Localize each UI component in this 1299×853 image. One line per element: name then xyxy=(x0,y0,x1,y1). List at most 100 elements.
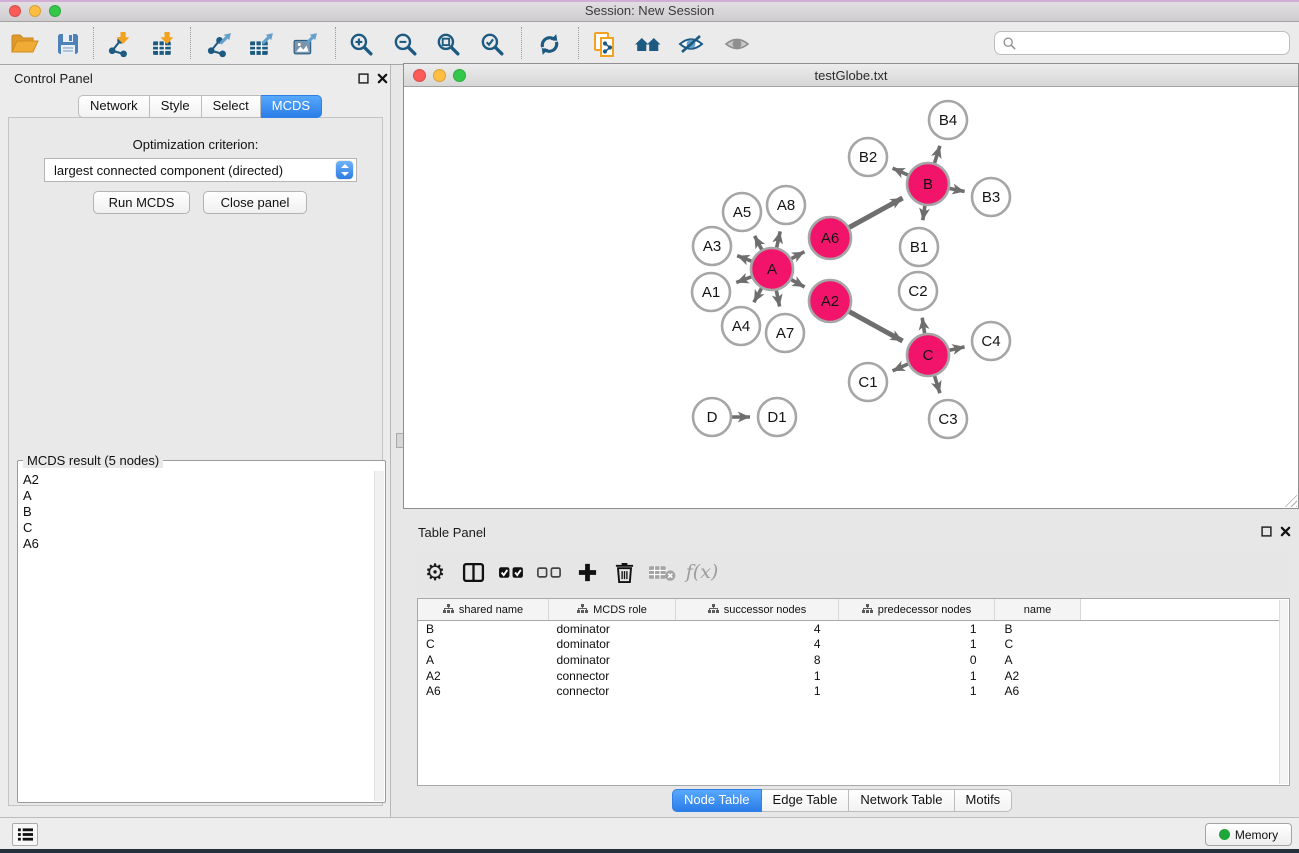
table-cell[interactable]: B xyxy=(995,621,1081,637)
table-cell[interactable]: 1 xyxy=(676,683,839,699)
tab-motifs[interactable]: Motifs xyxy=(955,789,1013,812)
table-cell[interactable]: dominator xyxy=(549,621,676,637)
table-settings-gear-icon[interactable]: ⚙ xyxy=(417,554,453,590)
run-mcds-button[interactable]: Run MCDS xyxy=(93,191,190,214)
table-cell[interactable]: 1 xyxy=(839,637,995,653)
graph-node-B[interactable]: B xyxy=(907,163,949,205)
tab-select[interactable]: Select xyxy=(202,95,261,118)
tab-mcds[interactable]: MCDS xyxy=(261,95,322,118)
add-row-icon[interactable] xyxy=(569,554,605,590)
table-cell[interactable]: 4 xyxy=(676,621,839,637)
mcds-result-item[interactable]: A xyxy=(23,488,371,504)
select-all-rows-icon[interactable] xyxy=(493,554,529,590)
column-header-predecessor-nodes[interactable]: predecessor nodes xyxy=(839,599,995,621)
graph-node-A[interactable]: A xyxy=(751,248,793,290)
graph-node-A8[interactable]: A8 xyxy=(767,186,805,224)
graph-node-D[interactable]: D xyxy=(693,398,731,436)
close-table-panel-icon[interactable] xyxy=(1278,525,1292,538)
table-cell[interactable]: C xyxy=(995,637,1081,653)
deselect-all-rows-icon[interactable] xyxy=(531,554,567,590)
table-cell[interactable]: 8 xyxy=(676,652,839,668)
table-cell[interactable]: connector xyxy=(549,683,676,699)
copy-network-icon[interactable] xyxy=(586,25,624,63)
import-network-icon[interactable] xyxy=(101,25,139,63)
search-input[interactable] xyxy=(1021,33,1289,53)
memory-button[interactable]: Memory xyxy=(1205,823,1292,846)
table-scrollbar[interactable] xyxy=(1279,600,1288,784)
float-table-panel-icon[interactable] xyxy=(1259,525,1273,538)
graph-node-A1[interactable]: A1 xyxy=(692,273,730,311)
graph-node-C1[interactable]: C1 xyxy=(849,363,887,401)
save-session-icon[interactable] xyxy=(49,25,87,63)
table-cell[interactable]: dominator xyxy=(549,637,676,653)
tab-network[interactable]: Network xyxy=(78,95,150,118)
table-row[interactable]: A6connector11A6 xyxy=(418,683,1280,699)
table-row[interactable]: Bdominator41B xyxy=(418,621,1280,637)
zoom-fit-icon[interactable] xyxy=(429,25,467,63)
column-header-MCDS-role[interactable]: MCDS role xyxy=(549,599,676,621)
graph-node-B4[interactable]: B4 xyxy=(929,101,967,139)
graph-node-C[interactable]: C xyxy=(907,334,949,376)
table-cell[interactable]: dominator xyxy=(549,652,676,668)
graph-node-A4[interactable]: A4 xyxy=(722,307,760,345)
table-cell[interactable]: B xyxy=(418,621,549,637)
export-image-icon[interactable] xyxy=(286,25,324,63)
graph-node-C2[interactable]: C2 xyxy=(899,272,937,310)
criterion-select[interactable]: largest connected component (directed) xyxy=(44,158,357,182)
table-cell[interactable]: 1 xyxy=(839,683,995,699)
graph-node-B1[interactable]: B1 xyxy=(900,228,938,266)
table-cell[interactable]: A xyxy=(995,652,1081,668)
mcds-result-item[interactable]: A2 xyxy=(23,472,371,488)
table-cell[interactable]: A6 xyxy=(995,683,1081,699)
table-row[interactable]: Cdominator41C xyxy=(418,637,1280,653)
search-box[interactable] xyxy=(994,31,1290,55)
table-cell[interactable]: A xyxy=(418,652,549,668)
table-cell[interactable]: A2 xyxy=(995,668,1081,684)
table-cell[interactable]: 1 xyxy=(839,621,995,637)
home-icon[interactable] xyxy=(629,25,667,63)
tab-network-table[interactable]: Network Table xyxy=(849,789,954,812)
table-cell[interactable]: C xyxy=(418,637,549,653)
graph-node-B2[interactable]: B2 xyxy=(849,138,887,176)
graph-node-A2[interactable]: A2 xyxy=(809,280,851,322)
table-cell[interactable]: 1 xyxy=(676,668,839,684)
column-header-successor-nodes[interactable]: successor nodes xyxy=(676,599,839,621)
graph-node-D1[interactable]: D1 xyxy=(758,398,796,436)
table-cell[interactable]: 4 xyxy=(676,637,839,653)
tab-edge-table[interactable]: Edge Table xyxy=(762,789,850,812)
column-header-shared-name[interactable]: shared name xyxy=(418,599,549,621)
result-scrollbar[interactable] xyxy=(374,471,384,801)
close-panel-button[interactable]: Close panel xyxy=(203,191,307,214)
table-cell[interactable]: A6 xyxy=(418,683,549,699)
delete-rows-icon[interactable] xyxy=(606,554,642,590)
graph-node-B3[interactable]: B3 xyxy=(972,178,1010,216)
graph-node-C4[interactable]: C4 xyxy=(972,322,1010,360)
hide-visibility-icon[interactable] xyxy=(672,25,710,63)
graph-node-A7[interactable]: A7 xyxy=(766,314,804,352)
graph-node-A6[interactable]: A6 xyxy=(809,217,851,259)
zoom-out-icon[interactable] xyxy=(386,25,424,63)
table-cell[interactable]: A2 xyxy=(418,668,549,684)
task-history-button[interactable] xyxy=(12,823,38,846)
mcds-result-item[interactable]: B xyxy=(23,504,371,520)
tab-style[interactable]: Style xyxy=(150,95,202,118)
column-header-name[interactable]: name xyxy=(995,599,1081,621)
network-canvas[interactable]: A A1 A3A5A8 A4A7 A6 A2 B B1 B2 B3 B4 C C1 C2 C3 C4 D D1 xyxy=(404,87,1298,508)
refresh-layout-icon[interactable] xyxy=(530,25,568,63)
table-cell[interactable]: 0 xyxy=(839,652,995,668)
network-window-titlebar[interactable]: testGlobe.txt xyxy=(404,64,1298,87)
open-file-icon[interactable] xyxy=(6,25,44,63)
graph-node-A3[interactable]: A3 xyxy=(693,227,731,265)
tab-node-table[interactable]: Node Table xyxy=(672,789,762,812)
table-row[interactable]: A2connector11A2 xyxy=(418,668,1280,684)
export-table-icon[interactable] xyxy=(242,25,280,63)
mcds-result-item[interactable]: C xyxy=(23,520,371,536)
import-table-icon[interactable] xyxy=(145,25,183,63)
graph-node-A5[interactable]: A5 xyxy=(723,193,761,231)
float-panel-icon[interactable] xyxy=(356,72,370,85)
show-visibility-icon[interactable] xyxy=(718,25,756,63)
zoom-in-icon[interactable] xyxy=(342,25,380,63)
graph-node-C3[interactable]: C3 xyxy=(929,400,967,438)
column-layout-icon[interactable] xyxy=(455,554,491,590)
zoom-selected-icon[interactable] xyxy=(473,25,511,63)
